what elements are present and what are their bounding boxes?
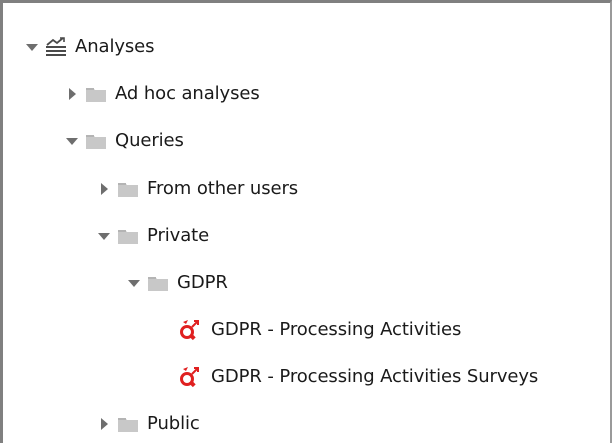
tree-node-label: GDPR - Processing Activities Surveys — [211, 366, 539, 387]
folder-icon — [117, 414, 139, 434]
query-icon — [179, 367, 201, 388]
tree-node-gdpr[interactable]: GDPR — [127, 268, 228, 298]
folder-icon — [85, 131, 107, 151]
tree-node-label: From other users — [147, 178, 299, 199]
tree-node-label: Queries — [115, 130, 184, 151]
folder-icon — [117, 179, 139, 199]
tree-node-label: Ad hoc analyses — [115, 83, 260, 104]
collapsed-arrow-icon[interactable] — [97, 417, 111, 431]
tree-node-label: Analyses — [75, 36, 155, 57]
expanded-arrow-icon[interactable] — [127, 276, 141, 290]
tree-node-ad-hoc-analyses[interactable]: Ad hoc analyses — [65, 79, 260, 109]
analyses-tree-panel: Analyses Ad hoc analyses Queries From ot… — [0, 0, 612, 443]
tree-node-public[interactable]: Public — [97, 409, 200, 439]
tree-node-label: GDPR - Processing Activities — [211, 319, 462, 340]
tree-node-label: GDPR — [177, 272, 228, 293]
collapsed-arrow-icon[interactable] — [97, 182, 111, 196]
tree-node-query-gdpr-processing-activities-surveys[interactable]: GDPR - Processing Activities Surveys — [179, 362, 538, 392]
tree-node-private[interactable]: Private — [97, 221, 209, 251]
tree-node-label: Private — [147, 225, 210, 246]
tree-node-analyses[interactable]: Analyses — [25, 32, 155, 62]
collapsed-arrow-icon[interactable] — [65, 87, 79, 101]
tree-node-query-gdpr-processing-activities[interactable]: GDPR - Processing Activities — [179, 315, 461, 345]
tree-node-from-other-users[interactable]: From other users — [97, 174, 298, 204]
expanded-arrow-icon[interactable] — [97, 229, 111, 243]
folder-icon — [85, 84, 107, 104]
expanded-arrow-icon[interactable] — [25, 40, 39, 54]
tree-node-queries[interactable]: Queries — [65, 126, 184, 156]
expanded-arrow-icon[interactable] — [65, 134, 79, 148]
query-icon — [179, 320, 201, 341]
folder-icon — [117, 226, 139, 246]
analyses-icon — [45, 37, 67, 57]
folder-icon — [147, 273, 169, 293]
tree-node-label: Public — [147, 413, 200, 434]
